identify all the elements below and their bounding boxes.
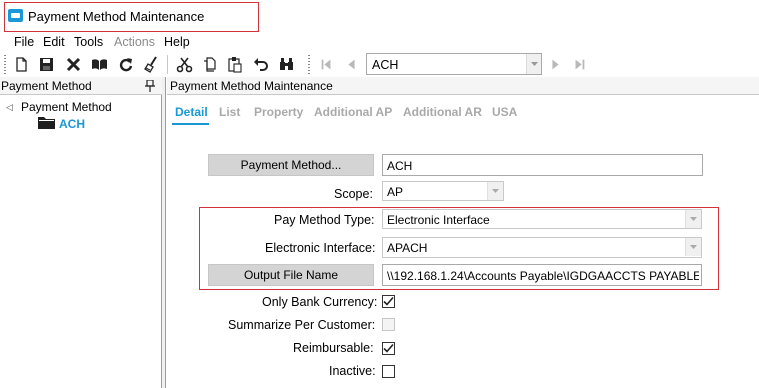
electronic-interface-select[interactable]: APACH [382,237,702,258]
navigation-panel-title: Payment Method [1,79,92,93]
menu-help[interactable]: Help [164,35,190,49]
tab-additional-ar[interactable]: Additional AR [403,105,482,119]
last-record-icon[interactable] [570,55,589,74]
folder-icon [38,117,55,129]
summarize-per-customer-label: Summarize Per Customer: [228,318,376,332]
menu-bar: File Edit Tools Actions Help [0,34,759,51]
save-icon[interactable] [36,54,57,75]
tree-node-payment-method[interactable]: Payment Method [21,100,112,114]
payment-method-button[interactable]: Payment Method... [208,154,374,176]
menu-actions[interactable]: Actions [114,35,155,49]
checkmark-icon [383,343,394,353]
record-selector[interactable]: ACH [366,53,542,75]
new-icon[interactable] [11,54,32,75]
clear-icon[interactable] [141,54,162,75]
payment-method-value: ACH [387,159,413,173]
electronic-interface-value: APACH [387,241,428,255]
pay-method-type-label: Pay Method Type: [274,213,375,227]
previous-record-icon[interactable] [342,55,361,74]
menu-tools[interactable]: Tools [74,35,103,49]
payment-method-field[interactable]: ACH [382,154,703,176]
main-panel-title: Payment Method Maintenance [170,79,333,93]
tab-list[interactable]: List [219,105,240,119]
menu-edit[interactable]: Edit [43,35,65,49]
cut-icon[interactable] [174,54,195,75]
navigation-panel-header: Payment Method [0,77,162,95]
output-file-value: \\192.168.1.24\Accounts Payable\IGDGAACC… [387,269,699,283]
scope-label: Scope: [334,187,373,201]
next-record-icon[interactable] [546,55,565,74]
tab-usa[interactable]: USA [492,105,517,119]
toolbar-grip-2[interactable] [308,55,310,74]
inactive-checkbox[interactable] [382,365,395,378]
output-file-field[interactable]: \\192.168.1.24\Accounts Payable\IGDGAACC… [382,264,702,286]
pin-icon[interactable] [145,80,155,92]
chevron-down-icon[interactable] [685,238,701,256]
pay-method-type-select[interactable]: Electronic Interface [382,209,702,229]
tree-collapse-icon[interactable]: ◁ [6,102,13,113]
app-window: Payment Method Maintenance File Edit Too… [0,0,759,388]
panel-splitter[interactable] [162,77,166,388]
delete-icon[interactable] [63,54,84,75]
only-bank-currency-label: Only Bank Currency: [262,295,378,309]
first-record-icon[interactable] [317,55,336,74]
toolbar-separator [167,55,168,74]
binoculars-icon[interactable] [276,54,297,75]
title-bar: Payment Method Maintenance [0,0,759,34]
undo-icon[interactable] [250,54,271,75]
open-book-icon[interactable] [89,54,110,75]
only-bank-currency-checkbox[interactable] [382,295,395,308]
toolbar-grip[interactable] [4,55,6,74]
navigation-panel: Payment Method ◁ Payment Method ACH [0,77,162,388]
summarize-per-customer-checkbox[interactable] [382,318,395,331]
app-icon [8,9,23,22]
scope-value: AP [387,185,404,199]
tree-node-ach[interactable]: ACH [59,117,85,131]
scope-select[interactable]: AP [382,181,504,201]
reimbursable-label: Reimbursable: [293,341,374,355]
tab-property[interactable]: Property [254,105,303,119]
reimbursable-checkbox[interactable] [382,342,395,355]
record-selector-value: ACH [372,58,399,72]
copy-icon[interactable] [199,54,220,75]
chevron-down-icon[interactable] [526,54,541,74]
checkmark-icon [383,296,394,306]
inactive-label: Inactive: [329,364,376,378]
main-panel-header: Payment Method Maintenance [167,77,759,95]
active-tab-indicator [172,123,209,125]
chevron-down-icon[interactable] [685,210,701,228]
refresh-icon[interactable] [115,54,136,75]
pay-method-type-value: Electronic Interface [387,213,490,227]
window-title: Payment Method Maintenance [28,9,205,24]
output-file-name-button[interactable]: Output File Name [208,264,374,286]
tab-detail[interactable]: Detail [175,105,208,119]
electronic-interface-label: Electronic Interface: [265,241,376,255]
chevron-down-icon[interactable] [487,182,503,200]
menu-file[interactable]: File [14,35,34,49]
paste-icon[interactable] [224,54,245,75]
tab-additional-ap[interactable]: Additional AP [314,105,392,119]
